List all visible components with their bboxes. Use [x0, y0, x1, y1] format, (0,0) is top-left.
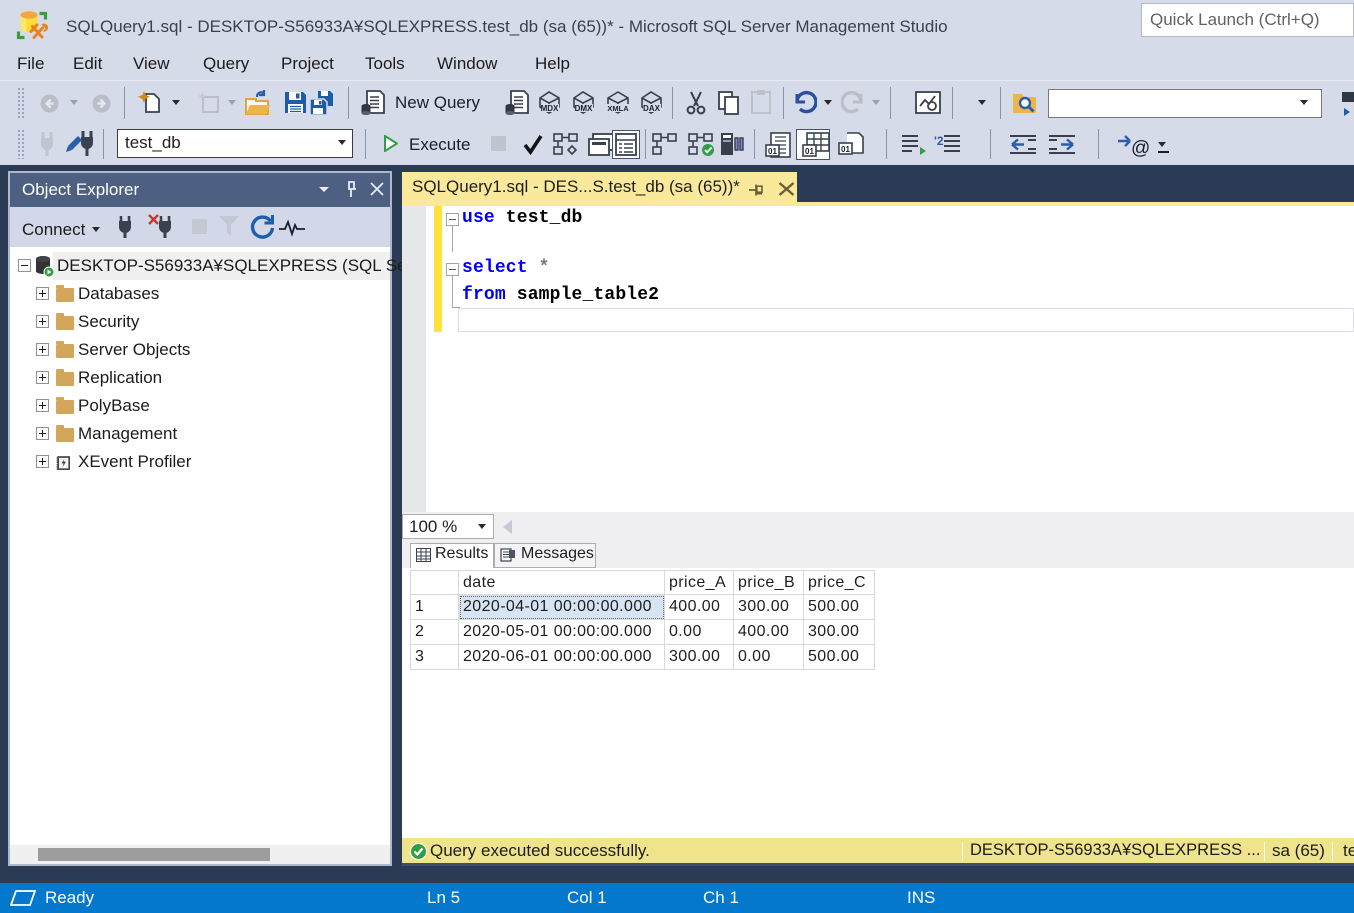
svg-text:DMX: DMX: [575, 104, 593, 113]
svg-text:01: 01: [841, 145, 850, 154]
svg-text:01: 01: [768, 147, 777, 156]
svg-text:'2: '2: [934, 134, 944, 148]
svg-text:DAX: DAX: [643, 104, 661, 113]
svg-text:01: 01: [805, 147, 814, 156]
svg-text:XMLA: XMLA: [607, 104, 629, 113]
svg-text:@: @: [1131, 138, 1150, 159]
svg-text:MDX: MDX: [541, 104, 559, 113]
